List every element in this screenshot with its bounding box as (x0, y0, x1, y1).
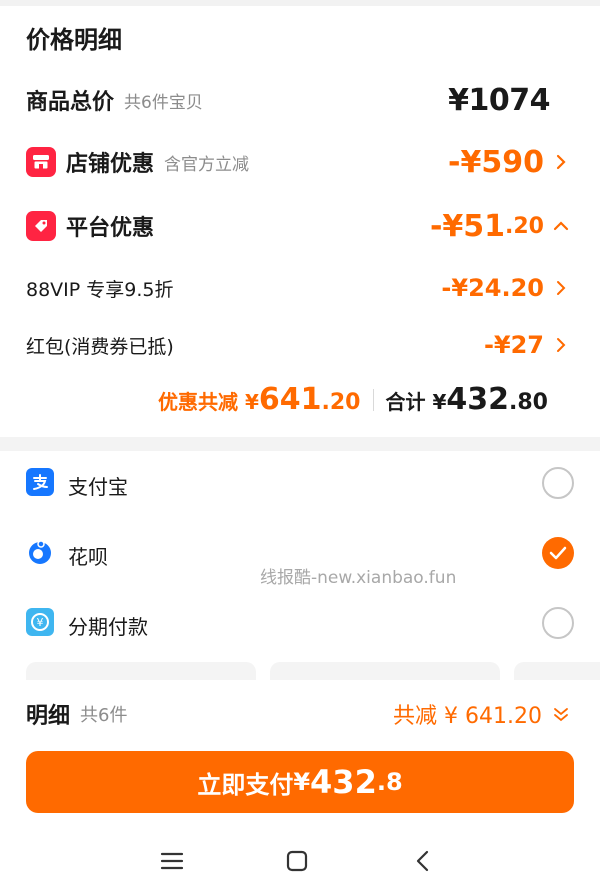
pay-now-label: 立即支付 (197, 770, 294, 799)
grand-total-value: 432 (446, 382, 510, 417)
installment-plan-cards (0, 662, 600, 680)
payment-option-alipay[interactable]: 支付宝 (0, 453, 600, 513)
chevron-right-icon (550, 277, 572, 299)
shop-icon (26, 147, 56, 177)
chevron-right-icon (550, 151, 572, 173)
shop-discount-label: 店铺优惠 (66, 152, 155, 177)
detail-count: 共6件 (80, 705, 128, 726)
chevron-up-icon (550, 215, 572, 237)
total-price-value: ¥1074 (448, 82, 550, 118)
grand-total-decimal: .80 (509, 390, 548, 415)
detail-bar[interactable]: 明细 共6件 共减 ¥ 641.20 (0, 682, 600, 742)
coupon-tag-icon (26, 211, 56, 241)
payment-option-installment[interactable]: ¥ 分期付款 (0, 593, 600, 653)
chevron-right-icon (550, 334, 572, 356)
payment-label: 花呗 (68, 545, 108, 569)
system-nav-bar (0, 826, 600, 896)
payment-label: 支付宝 (68, 475, 128, 499)
double-chevron-down-icon (550, 703, 572, 725)
huabei-icon (26, 538, 54, 566)
discount-total-decimal: .20 (321, 390, 361, 415)
radio-alipay[interactable] (542, 467, 574, 499)
discount-total-label: 优惠共减 ¥ (158, 390, 259, 414)
discount-total-value: 641 (258, 382, 322, 417)
svg-text:¥: ¥ (37, 616, 44, 629)
alipay-icon (26, 468, 54, 496)
vip-discount-label: 88VIP 专享9.5折 (26, 278, 174, 301)
total-items-count: 共6件宝贝 (124, 92, 203, 113)
redpacket-value: -¥27 (483, 331, 544, 359)
total-price-row: 商品总价 共6件宝贝 ¥1074 (0, 82, 600, 118)
radio-installment[interactable] (542, 607, 574, 639)
total-price-label: 商品总价 (26, 90, 115, 115)
watermark-text: 线报酷-new.xianbao.fun (260, 568, 457, 588)
redpacket-row[interactable]: 红包(消费券已抵) -¥27 (0, 328, 600, 362)
installment-card[interactable] (270, 662, 500, 680)
pay-currency: ¥ (293, 768, 311, 796)
top-divider (0, 0, 600, 6)
platform-discount-decimal: .20 (505, 213, 544, 239)
payment-label: 分期付款 (68, 615, 148, 639)
platform-discount-value: -¥51 (429, 208, 506, 244)
detail-discount[interactable]: 共减 ¥ 641.20 (393, 698, 572, 730)
menu-icon[interactable] (155, 844, 189, 878)
detail-label: 明细 (26, 704, 71, 729)
divider (372, 388, 374, 411)
shop-discount-sub: 含官方立减 (164, 154, 250, 175)
page-title: 价格明细 (26, 26, 122, 54)
installment-card[interactable] (26, 662, 256, 680)
price-summary: 优惠共减 ¥ 641 .20 合计 ¥ 432 .80 (158, 382, 548, 417)
grand-total-label: 合计 ¥ (385, 390, 447, 414)
vip-discount-row[interactable]: 88VIP 专享9.5折 -¥24.20 (0, 271, 600, 305)
installment-card[interactable] (514, 662, 600, 680)
radio-huabei-checked[interactable] (542, 537, 574, 569)
back-icon[interactable] (406, 844, 440, 878)
shop-discount-value: -¥590 (448, 144, 544, 180)
section-gap (0, 437, 600, 451)
pay-amount-decimal: .8 (376, 768, 403, 796)
pay-now-button[interactable]: 立即支付 ¥ 432 .8 (26, 751, 574, 813)
platform-discount-label: 平台优惠 (66, 216, 155, 241)
shop-discount-row[interactable]: 店铺优惠 含官方立减 -¥590 (0, 142, 600, 182)
vip-discount-value: -¥24.20 (441, 274, 544, 302)
checkmark-icon (549, 546, 567, 560)
platform-discount-row[interactable]: 平台优惠 -¥51 .20 (0, 206, 600, 246)
installment-icon: ¥ (26, 608, 54, 636)
home-icon[interactable] (280, 844, 314, 878)
detail-discount-text: 共减 ¥ 641.20 (393, 704, 542, 729)
pay-amount: 432 (310, 763, 377, 801)
redpacket-label: 红包(消费券已抵) (26, 335, 174, 358)
